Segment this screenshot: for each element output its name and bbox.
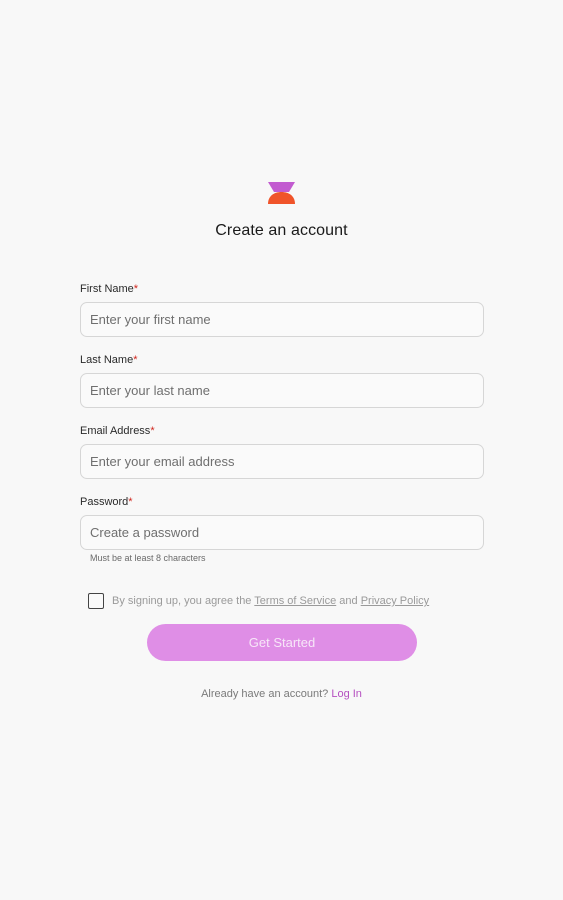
login-prompt-text: Already have an account? bbox=[201, 688, 332, 700]
page-title: Create an account bbox=[215, 222, 348, 239]
brand-logo-icon bbox=[268, 182, 295, 204]
password-hint: Must be at least 8 characters bbox=[90, 553, 206, 563]
password-label-text: Password bbox=[80, 496, 129, 508]
email-label-text: Email Address bbox=[80, 425, 151, 437]
first-name-label-text: First Name bbox=[80, 283, 134, 295]
first-name-input[interactable] bbox=[80, 302, 484, 337]
terms-of-service-link[interactable]: Terms of Service bbox=[254, 595, 336, 607]
required-asterisk: * bbox=[128, 496, 133, 508]
terms-agreement-row: By signing up, you agree the Terms of Se… bbox=[88, 593, 429, 609]
terms-checkbox[interactable] bbox=[88, 593, 104, 609]
password-label: Password* bbox=[80, 496, 133, 508]
required-asterisk: * bbox=[150, 425, 155, 437]
agree-prefix: By signing up, you agree the bbox=[112, 595, 255, 607]
get-started-button[interactable]: Get Started bbox=[147, 624, 417, 661]
required-asterisk: * bbox=[133, 283, 139, 295]
required-asterisk: * bbox=[133, 354, 138, 366]
privacy-policy-link[interactable]: Privacy Policy bbox=[361, 595, 429, 607]
password-input[interactable] bbox=[80, 515, 484, 550]
last-name-label-text: Last Name bbox=[80, 354, 134, 366]
email-input[interactable] bbox=[80, 444, 484, 479]
terms-agreement-text: By signing up, you agree the Terms of Se… bbox=[112, 595, 429, 607]
last-name-input[interactable] bbox=[80, 373, 484, 408]
log-in-link[interactable]: Log In bbox=[331, 688, 362, 700]
first-name-label: First Name* bbox=[80, 283, 138, 295]
email-label: Email Address* bbox=[80, 425, 155, 437]
last-name-label: Last Name* bbox=[80, 354, 137, 366]
signup-page: Create an account First Name* Last Name*… bbox=[0, 0, 563, 900]
agree-middle: and bbox=[336, 595, 361, 607]
login-prompt: Already have an account? Log In bbox=[0, 688, 563, 700]
